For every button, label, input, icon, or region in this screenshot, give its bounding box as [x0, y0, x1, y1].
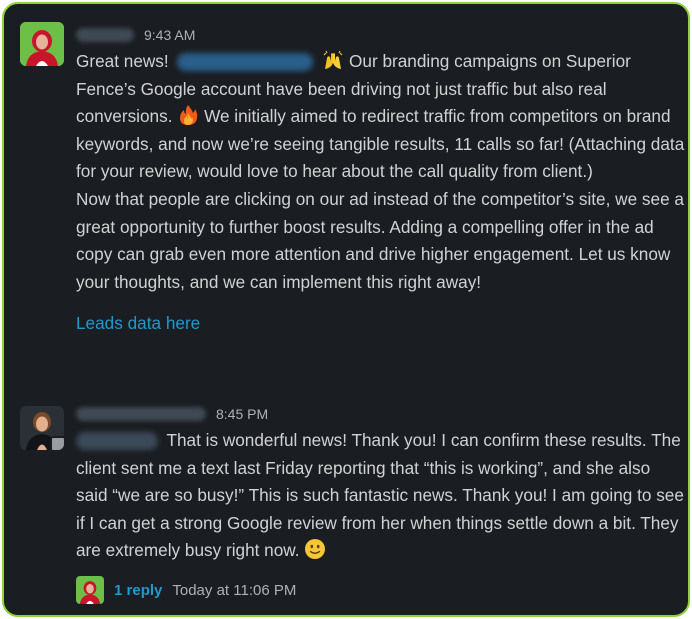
avatar-photo-icon	[20, 22, 64, 66]
message-paragraph: That is wonderful news! Thank you! I can…	[76, 427, 686, 565]
message-text: That is wonderful news! Thank you! I can…	[76, 430, 684, 561]
message-text: Great news!	[76, 51, 169, 71]
message-paragraph: Now that people are clicking on our ad i…	[76, 188, 684, 292]
message-timestamp[interactable]: 9:43 AM	[144, 27, 195, 43]
message-paragraph: Great news! Our branding campaigns on Su…	[76, 48, 686, 186]
thread-replies-bar[interactable]: 1 reply Today at 11:06 PM	[76, 576, 296, 604]
leads-data-link[interactable]: Leads data here	[76, 313, 200, 333]
fire-icon	[180, 105, 198, 126]
raising-hands-icon	[323, 50, 343, 69]
slightly-smiling-face-icon	[305, 539, 326, 560]
reply-avatar	[76, 576, 104, 604]
message-body: That is wonderful news! Thank you! I can…	[76, 427, 686, 565]
message-timestamp[interactable]: 8:45 PM	[216, 406, 268, 422]
presence-dot	[50, 436, 64, 450]
message-body: Great news! Our branding campaigns on Su…	[76, 48, 686, 338]
sender-name-redacted[interactable]	[76, 28, 134, 42]
reply-count-link[interactable]: 1 reply	[114, 582, 162, 599]
slack-thread-panel: 9:43 AM Great news! Our branding campaig…	[2, 2, 690, 617]
user-avatar[interactable]	[20, 22, 64, 66]
mention-redacted[interactable]	[76, 432, 158, 451]
sender-name-redacted[interactable]	[76, 407, 206, 421]
user-avatar[interactable]	[20, 406, 64, 450]
last-reply-time: Today at 11:06 PM	[172, 581, 297, 599]
mention-redacted[interactable]	[177, 53, 314, 72]
avatar-photo-icon	[76, 576, 104, 604]
